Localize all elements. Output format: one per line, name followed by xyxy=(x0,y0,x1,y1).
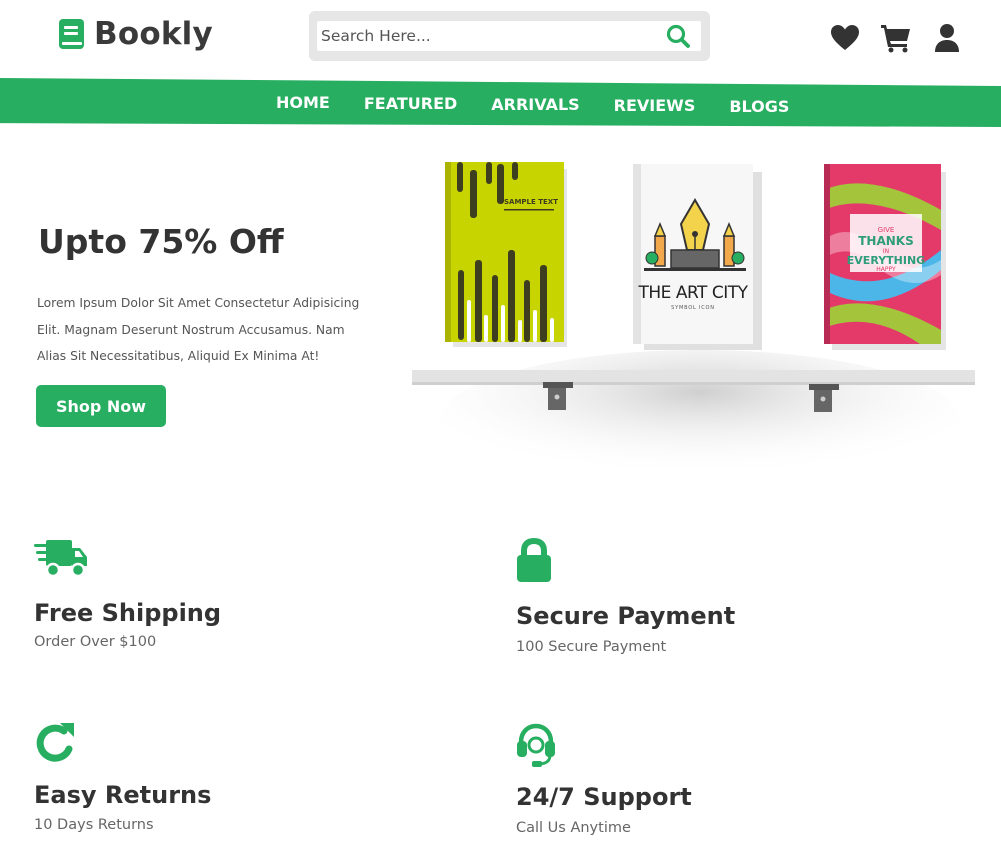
nav-home[interactable]: HOME xyxy=(276,93,330,116)
shop-now-button[interactable]: Shop Now xyxy=(36,385,166,427)
feature-free-shipping: Free Shipping Order Over $100 xyxy=(34,536,221,650)
feature-easy-returns: Easy Returns 10 Days Returns xyxy=(34,721,211,833)
book3-line-5: HAPPY xyxy=(876,266,896,273)
truck-icon xyxy=(34,536,90,584)
feature-subtitle: Call Us Anytime xyxy=(516,820,631,836)
shelf-board xyxy=(412,370,975,384)
lock-icon xyxy=(516,537,572,586)
book-cover-2[interactable]: THE ART CITY SYMBOL ICON xyxy=(633,164,762,350)
cart-icon[interactable] xyxy=(880,22,912,54)
feature-title: 24/7 Support xyxy=(516,783,692,811)
search-input[interactable] xyxy=(319,21,659,51)
feature-subtitle: 10 Days Returns xyxy=(34,817,154,833)
search-bar xyxy=(309,11,710,61)
header: Bookly xyxy=(0,0,1001,78)
heart-icon[interactable] xyxy=(829,22,861,54)
search-box xyxy=(317,21,701,51)
nav-arrivals[interactable]: ARRIVALS xyxy=(491,95,579,116)
book-cover-3[interactable]: GIVE THANKS IN EVERYTHING HAPPY xyxy=(824,164,946,350)
feature-title: Free Shipping xyxy=(34,599,222,627)
book-icon xyxy=(58,18,86,50)
brand-name: Bookly xyxy=(94,16,213,52)
nav-featured[interactable]: FEATURED xyxy=(364,94,457,116)
header-icons xyxy=(829,22,963,54)
redo-icon xyxy=(34,721,90,769)
book1-text: SAMPLE TEXT xyxy=(504,198,558,206)
feature-subtitle: 100 Secure Payment xyxy=(516,639,667,655)
book-cover-1[interactable]: SAMPLE TEXT xyxy=(445,162,567,347)
brand-logo[interactable]: Bookly xyxy=(58,16,213,52)
hero-description: Lorem Ipsum Dolor Sit Amet Consectetur A… xyxy=(37,296,360,363)
nav-blogs[interactable]: BLOGS xyxy=(729,97,789,116)
book2-subtitle: SYMBOL ICON xyxy=(671,305,715,311)
nav-reviews[interactable]: REVIEWS xyxy=(614,96,696,116)
book2-title: THE ART CITY xyxy=(638,283,749,303)
book3-line-2: THANKS xyxy=(858,234,914,248)
main-nav: HOME FEATURED ARRIVALS REVIEWS BLOGS xyxy=(276,93,823,116)
feature-support: 24/7 Support Call Us Anytime xyxy=(516,723,692,836)
feature-secure-payment: Secure Payment 100 Secure Payment xyxy=(516,537,736,655)
feature-title: Easy Returns xyxy=(34,781,212,809)
book3-line-1: GIVE xyxy=(878,226,895,234)
feature-subtitle: Order Over $100 xyxy=(34,634,157,650)
user-icon[interactable] xyxy=(931,22,963,54)
hero-title: Upto 75% Off xyxy=(38,222,284,261)
feature-title: Secure Payment xyxy=(516,602,736,630)
search-icon[interactable] xyxy=(665,23,691,49)
books-shelf-illustration: SAMPLE TEXT THE ART CITY SYMBOL ICON GIV… xyxy=(412,162,975,490)
headset-icon xyxy=(516,723,572,771)
